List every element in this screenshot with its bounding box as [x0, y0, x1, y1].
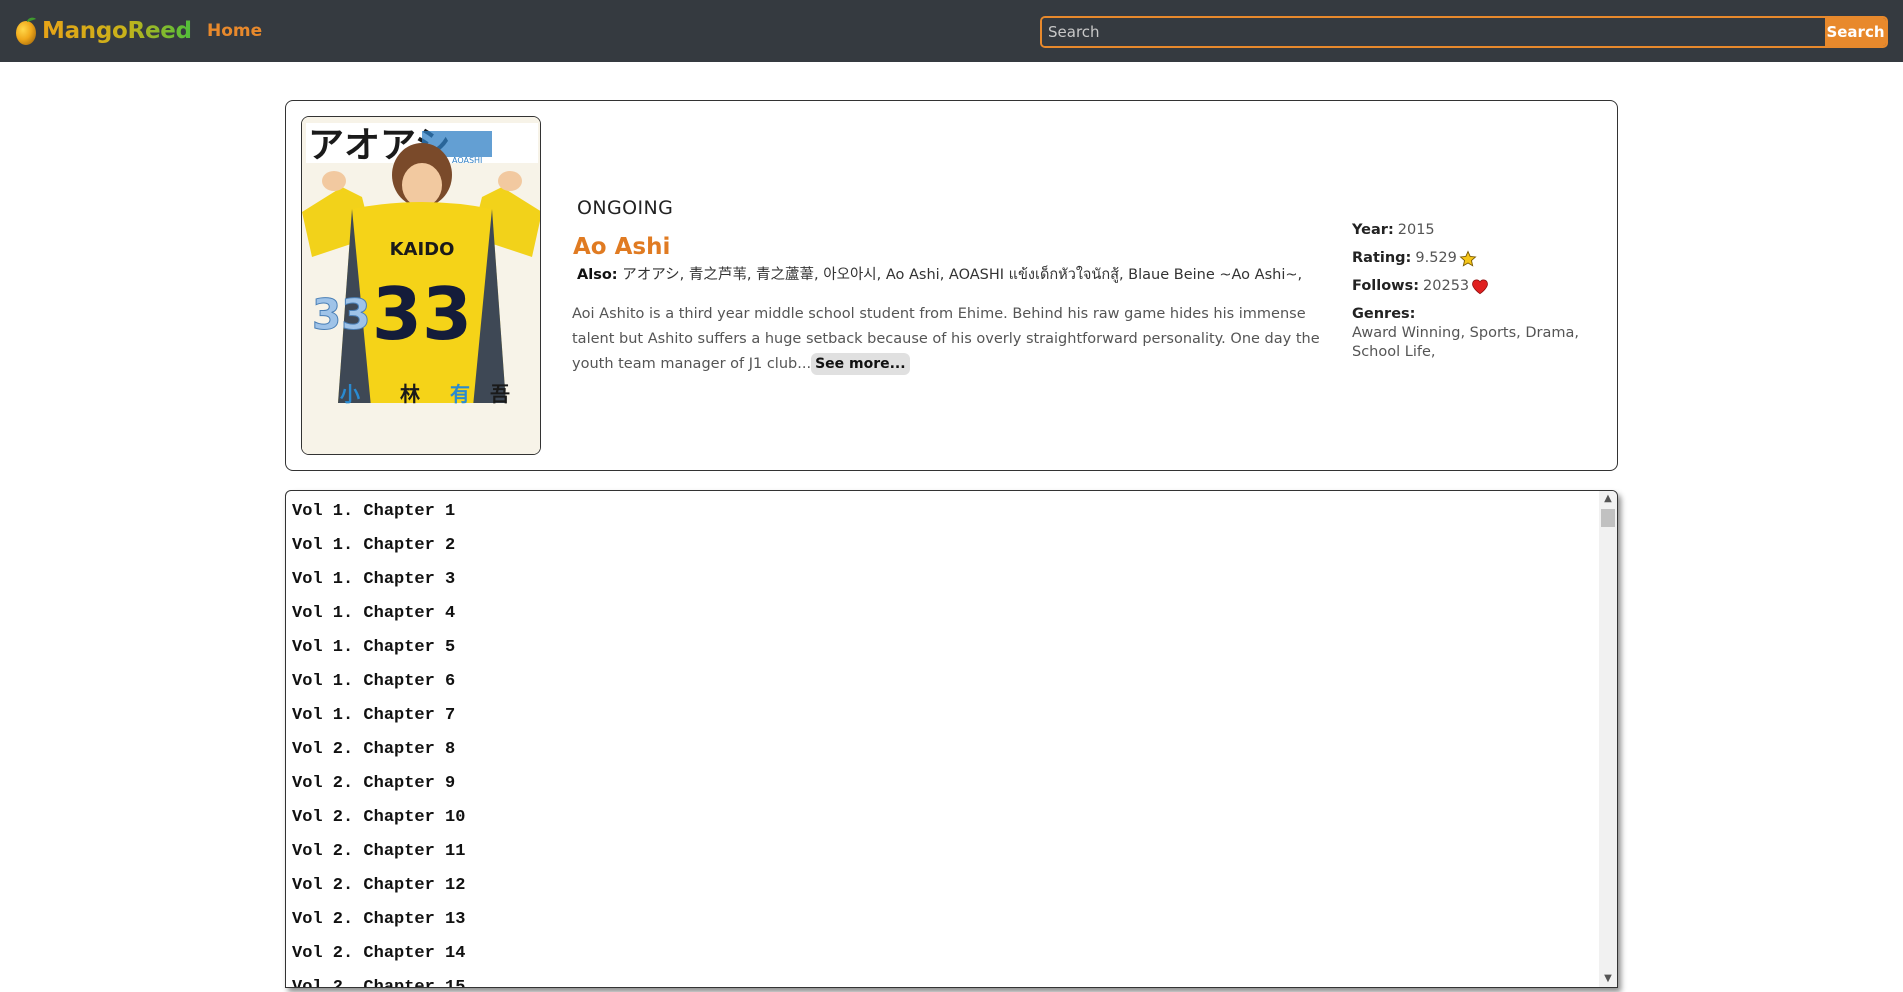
cover-art: アオアシ AOASHI KAIDO 33 33 小 林 有 吾: [302, 117, 540, 454]
alt-titles: Also: アオアシ, 青之芦苇, 青之蘆葦, 아오아시, Ao Ashi, A…: [577, 263, 1317, 286]
chapter-item[interactable]: Vol 2. Chapter 11: [286, 837, 1599, 871]
manga-info-card: アオアシ AOASHI KAIDO 33 33 小 林 有 吾 ONGOING …: [285, 100, 1618, 471]
year-label: Year:: [1352, 222, 1394, 238]
chapter-item[interactable]: Vol 1. Chapter 3: [286, 565, 1599, 599]
chapter-item[interactable]: Vol 1. Chapter 4: [286, 599, 1599, 633]
manga-status: ONGOING: [577, 197, 674, 219]
year-row: Year: 2015: [1352, 221, 1582, 240]
genres-row: Genres: Award Winning, Sports, Drama, Sc…: [1352, 305, 1582, 362]
rating-value: 9.529: [1415, 250, 1457, 266]
star-icon: [1459, 249, 1477, 267]
description-text: Aoi Ashito is a third year middle school…: [572, 306, 1320, 372]
navbar: MangoReed Home Search: [0, 0, 1903, 62]
follows-value: 20253: [1423, 278, 1470, 294]
chapter-list-scrollbar[interactable]: ▲ ▼: [1599, 491, 1617, 987]
cover-author-4: 吾: [490, 382, 510, 406]
manga-cover-image: アオアシ AOASHI KAIDO 33 33 小 林 有 吾: [301, 116, 541, 455]
search-bar: Search: [1040, 16, 1888, 48]
brand-name: MangoReed: [42, 18, 192, 44]
chapter-item[interactable]: Vol 2. Chapter 10: [286, 803, 1599, 837]
alt-titles-value: アオアシ, 青之芦苇, 青之蘆葦, 아오아시, Ao Ashi, AOASHI …: [622, 267, 1303, 283]
heart-icon: [1472, 278, 1489, 294]
brand-logo[interactable]: MangoReed: [14, 12, 192, 50]
chapter-item[interactable]: Vol 1. Chapter 2: [286, 531, 1599, 565]
chapter-item[interactable]: Vol 2. Chapter 8: [286, 735, 1599, 769]
genres-value: Award Winning, Sports, Drama, School Lif…: [1352, 325, 1579, 360]
manga-description: Aoi Ashito is a third year middle school…: [572, 302, 1332, 377]
mango-icon: [16, 17, 36, 45]
follows-label: Follows:: [1352, 278, 1420, 294]
manga-title: Ao Ashi: [573, 234, 671, 260]
cover-volume: 33: [312, 290, 370, 339]
cover-author-2: 林: [400, 382, 420, 406]
chapter-item[interactable]: Vol 2. Chapter 9: [286, 769, 1599, 803]
alt-titles-label: Also:: [577, 267, 618, 283]
chevron-up-icon[interactable]: ▲: [1599, 491, 1617, 507]
cover-jersey-number: 33: [372, 272, 472, 356]
rating-label: Rating:: [1352, 250, 1412, 266]
cover-jersey-text: KAIDO: [390, 239, 455, 260]
chapter-item[interactable]: Vol 2. Chapter 15: [286, 973, 1599, 987]
cover-author-3: 有: [450, 382, 470, 406]
chapter-item[interactable]: Vol 2. Chapter 14: [286, 939, 1599, 973]
cover-logo-sub: AOASHI: [452, 156, 482, 165]
chapter-list-box[interactable]: Vol 1. Chapter 1 Vol 1. Chapter 2 Vol 1. C…: [285, 490, 1618, 988]
search-button[interactable]: Search: [1825, 18, 1886, 46]
search-input[interactable]: [1042, 18, 1825, 46]
nav-home-link[interactable]: Home: [207, 21, 262, 41]
follows-row: Follows: 20253: [1352, 277, 1582, 296]
manga-meta: Year: 2015 Rating: 9.529 Follows: 20253 …: [1352, 221, 1582, 371]
chapter-item[interactable]: Vol 1. Chapter 5: [286, 633, 1599, 667]
chapter-item[interactable]: Vol 1. Chapter 7: [286, 701, 1599, 735]
scrollbar-thumb[interactable]: [1601, 509, 1615, 527]
chapter-list[interactable]: Vol 1. Chapter 1 Vol 1. Chapter 2 Vol 1. C…: [286, 491, 1599, 987]
genres-label: Genres:: [1352, 306, 1416, 322]
cover-author-1: 小: [340, 382, 360, 406]
chapter-item[interactable]: Vol 1. Chapter 6: [286, 667, 1599, 701]
chapter-item[interactable]: Vol 2. Chapter 12: [286, 871, 1599, 905]
see-more-button[interactable]: See more...: [811, 353, 910, 375]
rating-row: Rating: 9.529: [1352, 249, 1582, 268]
chapter-item[interactable]: Vol 2. Chapter 13: [286, 905, 1599, 939]
chapter-item[interactable]: Vol 1. Chapter 1: [286, 497, 1599, 531]
year-value: 2015: [1397, 222, 1435, 238]
chevron-down-icon[interactable]: ▼: [1599, 971, 1617, 987]
